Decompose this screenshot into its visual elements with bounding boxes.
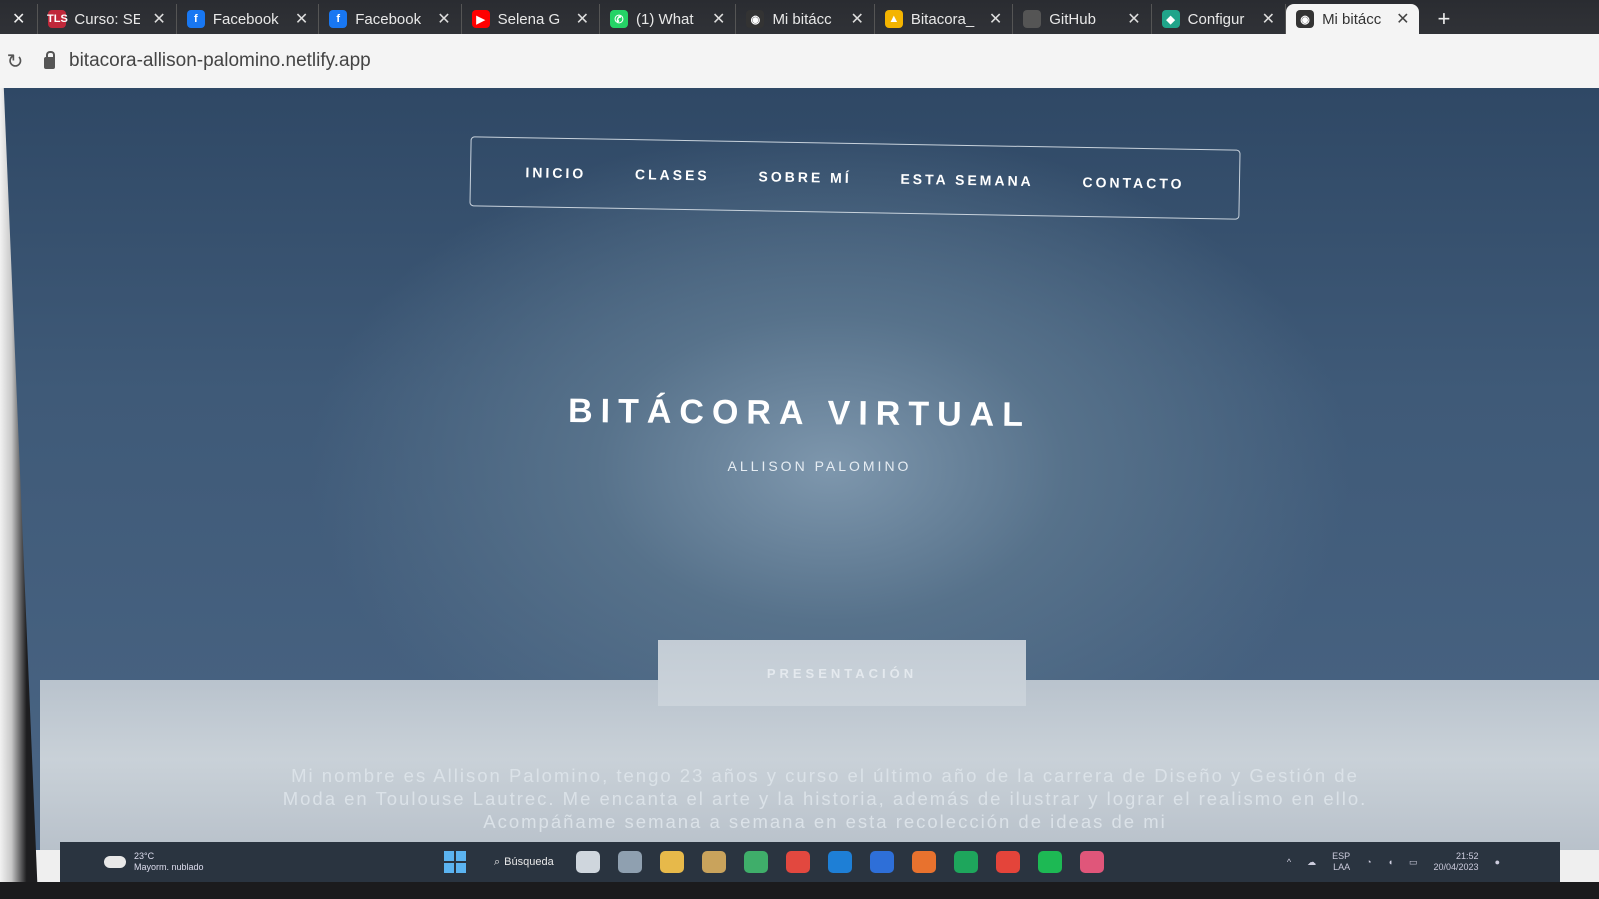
taskbar-app-icon[interactable] — [743, 851, 768, 873]
close-icon[interactable]: ✕ — [1396, 9, 1409, 29]
nav-clases[interactable]: CLASES — [635, 166, 710, 183]
browser-tab[interactable]: f Facebook ✕ — [319, 4, 462, 34]
browser-tab[interactable]: ▶ Selena G ✕ — [462, 4, 601, 34]
tab-title: Mi bitácc — [772, 10, 832, 28]
tab-title: Curso: SE — [74, 10, 141, 28]
lang-top: ESP — [1332, 851, 1351, 861]
close-icon[interactable]: ✕ — [152, 9, 165, 29]
search-icon: ⌕ — [494, 855, 501, 868]
nav-inicio[interactable]: INICIO — [525, 164, 586, 181]
close-icon[interactable]: ✕ — [0, 4, 39, 34]
tab-title: Bitacora_ — [910, 10, 975, 28]
nav-sobre-mi[interactable]: SOBRE MÍ — [758, 168, 851, 186]
close-icon[interactable]: ✕ — [576, 9, 589, 29]
tab-title: Configur — [1187, 10, 1245, 28]
presentation-tab-label: PRESENTACIÓN — [766, 665, 918, 681]
cloud-icon — [104, 856, 126, 868]
nav-contacto[interactable]: CONTACTO — [1082, 174, 1184, 192]
youtube-icon: ▶ — [471, 10, 490, 28]
clock[interactable]: 21:52 20/04/2023 — [1434, 851, 1479, 873]
volume-icon[interactable]: ◖ — [1388, 857, 1393, 867]
chevron-up-icon[interactable]: ^ — [1287, 857, 1291, 867]
globe-icon: ◉ — [1296, 10, 1315, 28]
nav-esta-semana[interactable]: ESTA SEMANA — [900, 171, 1034, 189]
taskbar-app-icon[interactable] — [617, 851, 642, 873]
browser-tab[interactable]: ✆ (1) What ✕ — [600, 4, 737, 34]
browser-tab[interactable]: GitHub ✕ — [1013, 4, 1152, 34]
new-tab-button[interactable]: + — [1419, 4, 1468, 34]
close-icon[interactable]: ✕ — [437, 9, 450, 29]
hero-subtitle: ALLISON PALOMINO — [727, 458, 912, 474]
lock-icon — [44, 51, 55, 69]
browser-tab-strip: ✕ TLS Curso: SE ✕ f Facebook ✕ f Facebook ✕ ▶ Sele… — [0, 0, 1599, 34]
search-label: Búsqueda — [504, 856, 554, 868]
clock-time: 21:52 — [1456, 851, 1479, 861]
weather-desc: Mayorm. nublado — [134, 862, 204, 872]
windows-taskbar: 23°C Mayorm. nublado ⌕ Búsqueda ^ ☁ ESP … — [60, 842, 1560, 882]
weather-temp: 23°C — [134, 851, 155, 861]
tab-title: Selena G — [497, 10, 561, 28]
close-icon[interactable]: ✕ — [1262, 9, 1275, 29]
windows-start-icon[interactable] — [444, 851, 466, 873]
browser-tab[interactable]: ▲ Bitacora_ ✕ — [875, 4, 1014, 34]
taskbar-app-icon[interactable] — [827, 851, 852, 873]
clock-date: 20/04/2023 — [1433, 862, 1479, 872]
whatsapp-icon: ✆ — [610, 10, 629, 28]
browser-tab[interactable]: ◉ Mi bitácc ✕ — [736, 4, 875, 34]
onedrive-icon[interactable]: ☁ — [1307, 857, 1316, 868]
facebook-icon: f — [329, 10, 348, 28]
language-indicator[interactable]: ESP LAA — [1332, 851, 1350, 873]
reload-icon[interactable]: ↻ — [0, 49, 30, 74]
taskbar-search[interactable]: ⌕ Búsqueda — [494, 856, 554, 869]
lang-bottom: LAA — [1333, 862, 1351, 872]
battery-icon[interactable]: ▭ — [1409, 857, 1418, 868]
tab-title: Facebook — [355, 10, 422, 28]
github-icon — [1023, 10, 1042, 28]
site-navigation: INICIO CLASES SOBRE MÍ ESTA SEMANA CONTA… — [469, 136, 1241, 220]
taskbar-apps — [575, 851, 1104, 873]
tab-title: GitHub — [1049, 10, 1096, 28]
close-icon[interactable]: ✕ — [712, 9, 725, 29]
tab-title: Mi bitácc — [1322, 10, 1382, 28]
taskbar-app-icon[interactable] — [701, 851, 726, 873]
taskbar-app-icon[interactable] — [995, 851, 1020, 873]
hero-title: BITÁCORA VIRTUAL — [567, 391, 1032, 435]
close-icon[interactable]: ✕ — [989, 9, 1002, 29]
address-bar[interactable]: bitacora-allison-palomino.netlify.app — [44, 50, 371, 72]
tab-title: (1) What — [636, 10, 694, 28]
url-text[interactable]: bitacora-allison-palomino.netlify.app — [69, 50, 371, 72]
taskbar-app-icon[interactable] — [1037, 851, 1062, 873]
browser-tab[interactable]: ◉ Mi bitácc ✕ — [1286, 4, 1420, 34]
notification-icon[interactable]: ● — [1495, 857, 1500, 867]
tab-list: TLS Curso: SE ✕ f Facebook ✕ f Facebook ✕ ▶ Selena… — [38, 4, 1420, 34]
facebook-icon: f — [186, 10, 205, 28]
taskbar-app-icon[interactable] — [1079, 851, 1104, 873]
taskbar-app-icon[interactable] — [659, 851, 684, 873]
wifi-icon[interactable]: ◔ — [1366, 857, 1371, 867]
browser-tab[interactable]: f Facebook ✕ — [177, 4, 320, 34]
weather-widget[interactable]: 23°C Mayorm. nublado — [104, 851, 444, 873]
tls-icon: TLS — [47, 10, 68, 28]
globe-icon: ◉ — [746, 10, 765, 28]
monitor-bezel-bottom — [0, 882, 1599, 899]
close-icon[interactable]: ✕ — [1127, 9, 1140, 29]
close-icon[interactable]: ✕ — [850, 9, 863, 29]
taskbar-app-icon[interactable] — [575, 851, 600, 873]
taskbar-app-icon[interactable] — [953, 851, 978, 873]
browser-toolbar: ↻ bitacora-allison-palomino.netlify.app — [0, 34, 1599, 88]
close-icon[interactable]: ✕ — [295, 9, 308, 29]
intro-paragraph: Mi nombre es Allison Palomino, tengo 23 … — [282, 765, 1368, 832]
google-drive-icon: ▲ — [884, 10, 903, 28]
tab-title: Facebook — [212, 10, 279, 28]
taskbar-app-icon[interactable] — [911, 851, 936, 873]
browser-tab[interactable]: TLS Curso: SE ✕ — [38, 4, 177, 34]
page-viewport: INICIO CLASES SOBRE MÍ ESTA SEMANA CONTA… — [0, 88, 1599, 850]
netlify-icon: ◆ — [1161, 10, 1180, 28]
taskbar-app-icon[interactable] — [785, 851, 810, 873]
presentation-tab[interactable]: PRESENTACIÓN — [658, 640, 1026, 706]
browser-tab[interactable]: ◆ Configur ✕ — [1152, 4, 1287, 34]
taskbar-app-icon[interactable] — [869, 851, 894, 873]
system-tray: ^ ☁ ESP LAA ◔ ◖ ▭ 21:52 20/04/2023 ● — [1287, 851, 1500, 873]
